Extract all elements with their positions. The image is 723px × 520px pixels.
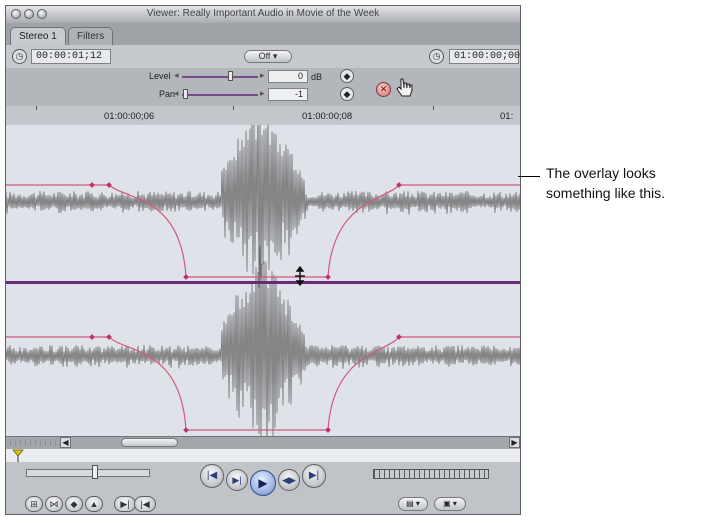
scrubber-bar[interactable]: [6, 449, 520, 463]
clock-icon: ◷: [12, 49, 27, 64]
title-bar: Viewer: Really Important Audio in Movie …: [6, 6, 520, 24]
match-frame-button[interactable]: ⊞: [25, 496, 43, 512]
pan-increase-arrow[interactable]: ▸: [260, 88, 265, 99]
waveform-channel-1: [6, 125, 520, 288]
duration-timecode-field[interactable]: 01:00:00;00: [449, 49, 520, 64]
channel-divider[interactable]: [6, 281, 521, 284]
transport-controls: |◀ ▶| ▶ ◀▶ ▶| ⊞ ⋈ ◆ ▲ ▶| |◀ ▤ ▾ ▣ ▾: [6, 462, 520, 514]
view-options-popup[interactable]: ▤ ▾: [398, 497, 428, 511]
waveform-trace: [6, 125, 520, 288]
play-button[interactable]: ▶: [250, 470, 276, 496]
ruler-tick-label: 01:: [500, 111, 514, 122]
mark-out-button[interactable]: |◀: [134, 496, 156, 512]
off-popup-button[interactable]: Off ▾: [244, 50, 292, 63]
waveform-graphic: [6, 125, 521, 436]
tab-bar: Stereo 1 Filters: [6, 23, 520, 46]
level-keyframe-button[interactable]: ◆: [340, 69, 354, 83]
pan-decrease-arrow[interactable]: ◂: [174, 88, 179, 99]
viewer-window: Viewer: Really Important Audio in Movie …: [5, 5, 521, 515]
previous-edit-button[interactable]: |◀: [200, 464, 224, 488]
next-edit-button[interactable]: ▶|: [302, 464, 326, 488]
play-in-to-out-button[interactable]: ▶|: [226, 469, 248, 491]
waveform-channel-2: [6, 245, 520, 436]
scroll-left-arrow[interactable]: ◀: [60, 437, 71, 448]
level-slider-track[interactable]: [182, 76, 258, 78]
level-slider-thumb[interactable]: [228, 71, 233, 81]
scroll-thumb[interactable]: [121, 438, 178, 447]
shuttle-thumb[interactable]: [92, 465, 98, 479]
level-value-field[interactable]: 0: [268, 70, 308, 83]
pan-value-field[interactable]: -1: [268, 88, 308, 101]
add-keyframe-button[interactable]: ◆: [65, 496, 83, 512]
mark-in-button[interactable]: ▶|: [114, 496, 136, 512]
shuttle-slider[interactable]: [26, 469, 150, 477]
waveform-trace: [6, 245, 520, 436]
clock-icon: ◷: [429, 49, 444, 64]
ruler-tick-label: 01:00:00;08: [302, 111, 353, 122]
tab-stereo-1[interactable]: Stereo 1: [10, 27, 66, 46]
scroll-right-arrow[interactable]: ▶: [509, 437, 520, 448]
off-label: Off: [258, 51, 271, 61]
pan-slider-track[interactable]: [182, 94, 258, 96]
waveform-display[interactable]: [6, 125, 520, 436]
pan-label: Pan: [159, 89, 176, 99]
pointer-hand-icon[interactable]: [396, 76, 414, 98]
timecode-row: ◷ 00:00:01;12 Off ▾ ◷ 01:00:00;00: [6, 45, 520, 69]
zoom-slider[interactable]: [10, 439, 58, 446]
playhead-icon[interactable]: [12, 449, 24, 462]
current-timecode-field[interactable]: 00:00:01;12: [31, 49, 111, 64]
callout-text: The overlay looks something like this.: [546, 165, 666, 201]
ruler-tick-label: 01:00:00;06: [104, 111, 155, 122]
level-increase-arrow[interactable]: ▸: [260, 70, 265, 81]
audio-controls: Level ◂ ▸ 0 dB ◆ Pan ◂ ▸ -1 ◆ ✕: [6, 68, 520, 107]
level-decrease-arrow[interactable]: ◂: [174, 70, 179, 81]
callout-line: [518, 176, 540, 177]
level-label: Level: [149, 71, 171, 81]
horizontal-scrollbar[interactable]: ◀ ▶: [6, 436, 520, 450]
add-marker-button[interactable]: ▲: [85, 496, 103, 512]
tab-filters[interactable]: Filters: [68, 27, 114, 46]
window-title: Viewer: Really Important Audio in Movie …: [146, 8, 380, 19]
timeline-ruler[interactable]: 01:00:00;06 01:00:00;08 01:: [6, 106, 520, 126]
level-unit: dB: [311, 72, 323, 82]
pan-keyframe-button[interactable]: ◆: [340, 87, 354, 101]
play-around-button[interactable]: ◀▶: [278, 469, 300, 491]
pan-slider-thumb[interactable]: [183, 89, 188, 99]
mark-clip-button[interactable]: ⋈: [45, 496, 63, 512]
reset-x-icon[interactable]: ✕: [376, 82, 391, 97]
jog-wheel[interactable]: [373, 469, 489, 479]
display-options-popup[interactable]: ▣ ▾: [434, 497, 466, 511]
